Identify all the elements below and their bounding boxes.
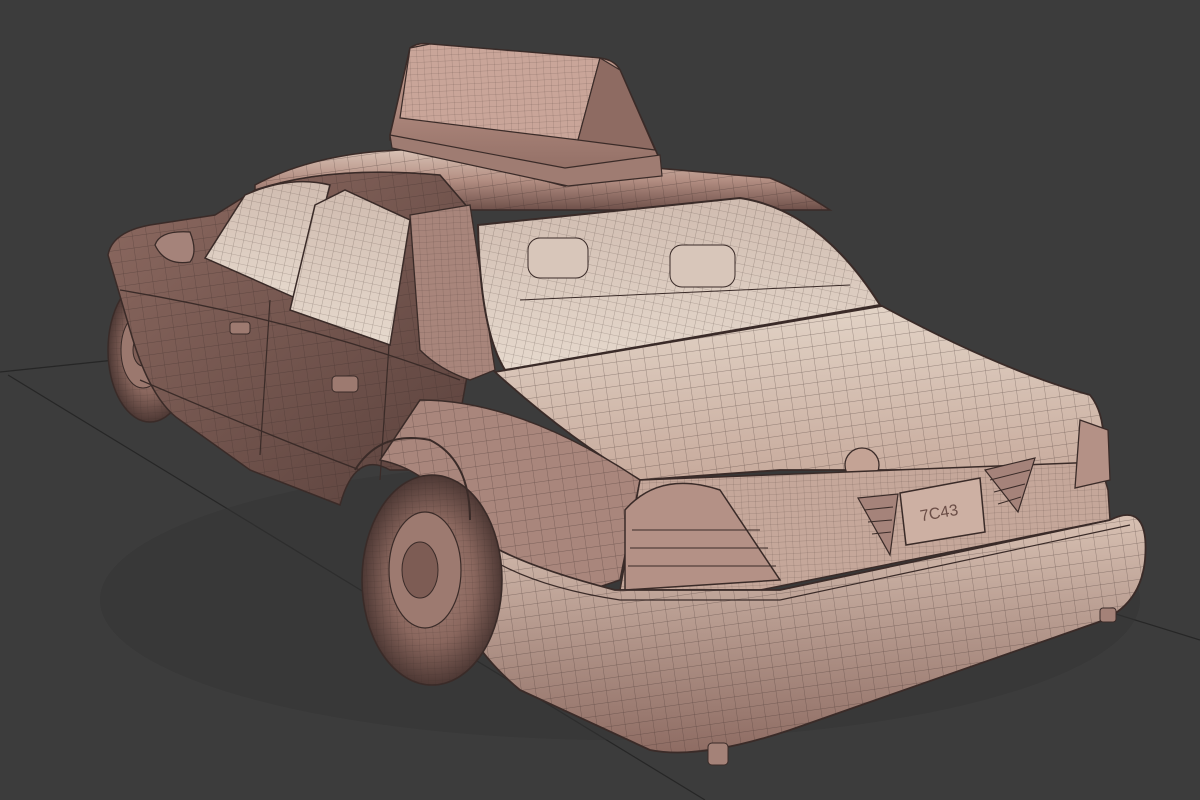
viewport-scene: 7C43 — [0, 42, 1200, 800]
3d-viewport[interactable]: 7C43 — [0, 0, 1200, 800]
